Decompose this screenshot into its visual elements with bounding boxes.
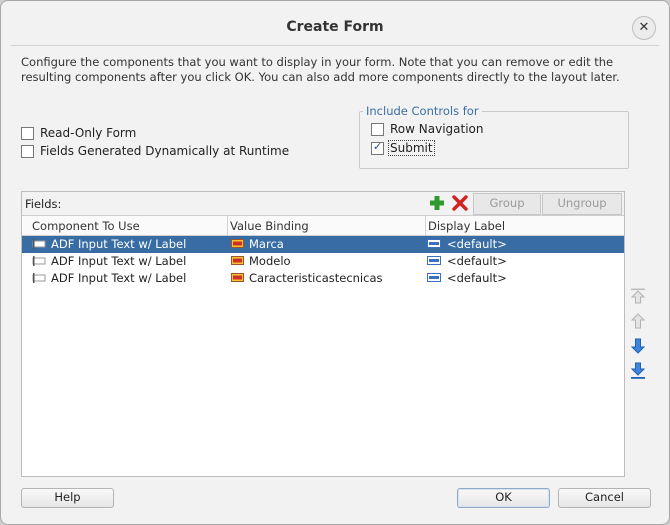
- cancel-button[interactable]: Cancel: [558, 488, 651, 508]
- create-form-dialog: Create Form ✕ Configure the components t…: [0, 0, 670, 525]
- input-text-component-icon: [32, 239, 46, 249]
- read-only-checkbox-box[interactable]: [21, 126, 34, 140]
- fields-generated-dynamically-checkbox[interactable]: Fields Generated Dynamically at Runtime: [21, 144, 289, 158]
- close-button[interactable]: ✕: [632, 16, 656, 40]
- attribute-binding-icon: [231, 256, 244, 265]
- ok-button[interactable]: OK: [457, 488, 550, 508]
- table-header: Component To Use Value Binding Display L…: [22, 216, 624, 236]
- table-row[interactable]: ADF Input Text w/ Label Modelo <default>: [22, 253, 624, 270]
- move-up-icon[interactable]: [629, 312, 647, 330]
- attribute-binding-icon: [231, 239, 244, 248]
- submit-checkbox-box[interactable]: [371, 140, 384, 155]
- component-cell: ADF Input Text w/ Label: [51, 271, 187, 285]
- attribute-binding-icon: [231, 273, 244, 282]
- value-binding-cell: Caracteristicastecnicas: [249, 271, 383, 285]
- input-text-component-icon: [32, 256, 46, 266]
- table-row[interactable]: ADF Input Text w/ Label Caracteristicast…: [22, 270, 624, 287]
- move-to-bottom-icon[interactable]: [629, 362, 647, 380]
- display-label-cell: <default>: [447, 271, 507, 285]
- column-header-display-label[interactable]: Display Label: [428, 219, 505, 233]
- fields-label: Fields:: [25, 197, 62, 211]
- table-row[interactable]: ADF Input Text w/ Label Marca <default>: [22, 236, 624, 253]
- read-only-form-checkbox[interactable]: Read-Only Form: [21, 126, 136, 140]
- close-icon: ✕: [638, 20, 650, 35]
- row-navigation-checkbox-box[interactable]: [371, 122, 384, 136]
- component-cell: ADF Input Text w/ Label: [51, 254, 187, 268]
- submit-checkbox[interactable]: Submit: [371, 140, 435, 156]
- label-text-icon: [427, 239, 441, 248]
- title-separator: [11, 45, 659, 46]
- help-button[interactable]: Help: [21, 488, 114, 508]
- fields-table: Component To Use Value Binding Display L…: [22, 215, 624, 476]
- component-cell: ADF Input Text w/ Label: [51, 237, 187, 251]
- display-label-cell: <default>: [447, 254, 507, 268]
- row-navigation-label: Row Navigation: [390, 122, 484, 136]
- group-button[interactable]: Group: [473, 193, 541, 215]
- fields-panel: Fields: Group Ungroup Component To Use V…: [21, 191, 625, 477]
- read-only-form-label: Read-Only Form: [40, 126, 137, 140]
- include-controls-title: Include Controls for: [363, 104, 482, 118]
- label-text-icon: [427, 256, 441, 265]
- dialog-title: Create Form: [286, 19, 384, 35]
- label-text-icon: [427, 273, 441, 282]
- display-label-cell: <default>: [447, 237, 507, 251]
- fields-generated-dynamically-label: Fields Generated Dynamically at Runtime: [40, 144, 290, 158]
- input-text-component-icon: [32, 273, 46, 283]
- add-icon[interactable]: [428, 194, 446, 212]
- value-binding-cell: Marca: [249, 237, 284, 251]
- row-navigation-checkbox[interactable]: Row Navigation: [371, 122, 484, 136]
- column-divider: [227, 216, 228, 235]
- column-divider: [425, 216, 426, 235]
- description-text: Configure the components that you want t…: [21, 55, 620, 84]
- value-binding-cell: Modelo: [249, 254, 291, 268]
- ungroup-button[interactable]: Ungroup: [542, 193, 622, 215]
- dynamic-checkbox-box[interactable]: [21, 144, 34, 158]
- title-bar: Create Form ✕: [1, 1, 669, 45]
- move-down-icon[interactable]: [629, 337, 647, 355]
- submit-label: Submit: [388, 140, 435, 156]
- remove-icon[interactable]: [451, 194, 469, 212]
- column-header-component[interactable]: Component To Use: [32, 219, 140, 233]
- column-header-value-binding[interactable]: Value Binding: [230, 219, 309, 233]
- move-to-top-icon[interactable]: [629, 287, 647, 305]
